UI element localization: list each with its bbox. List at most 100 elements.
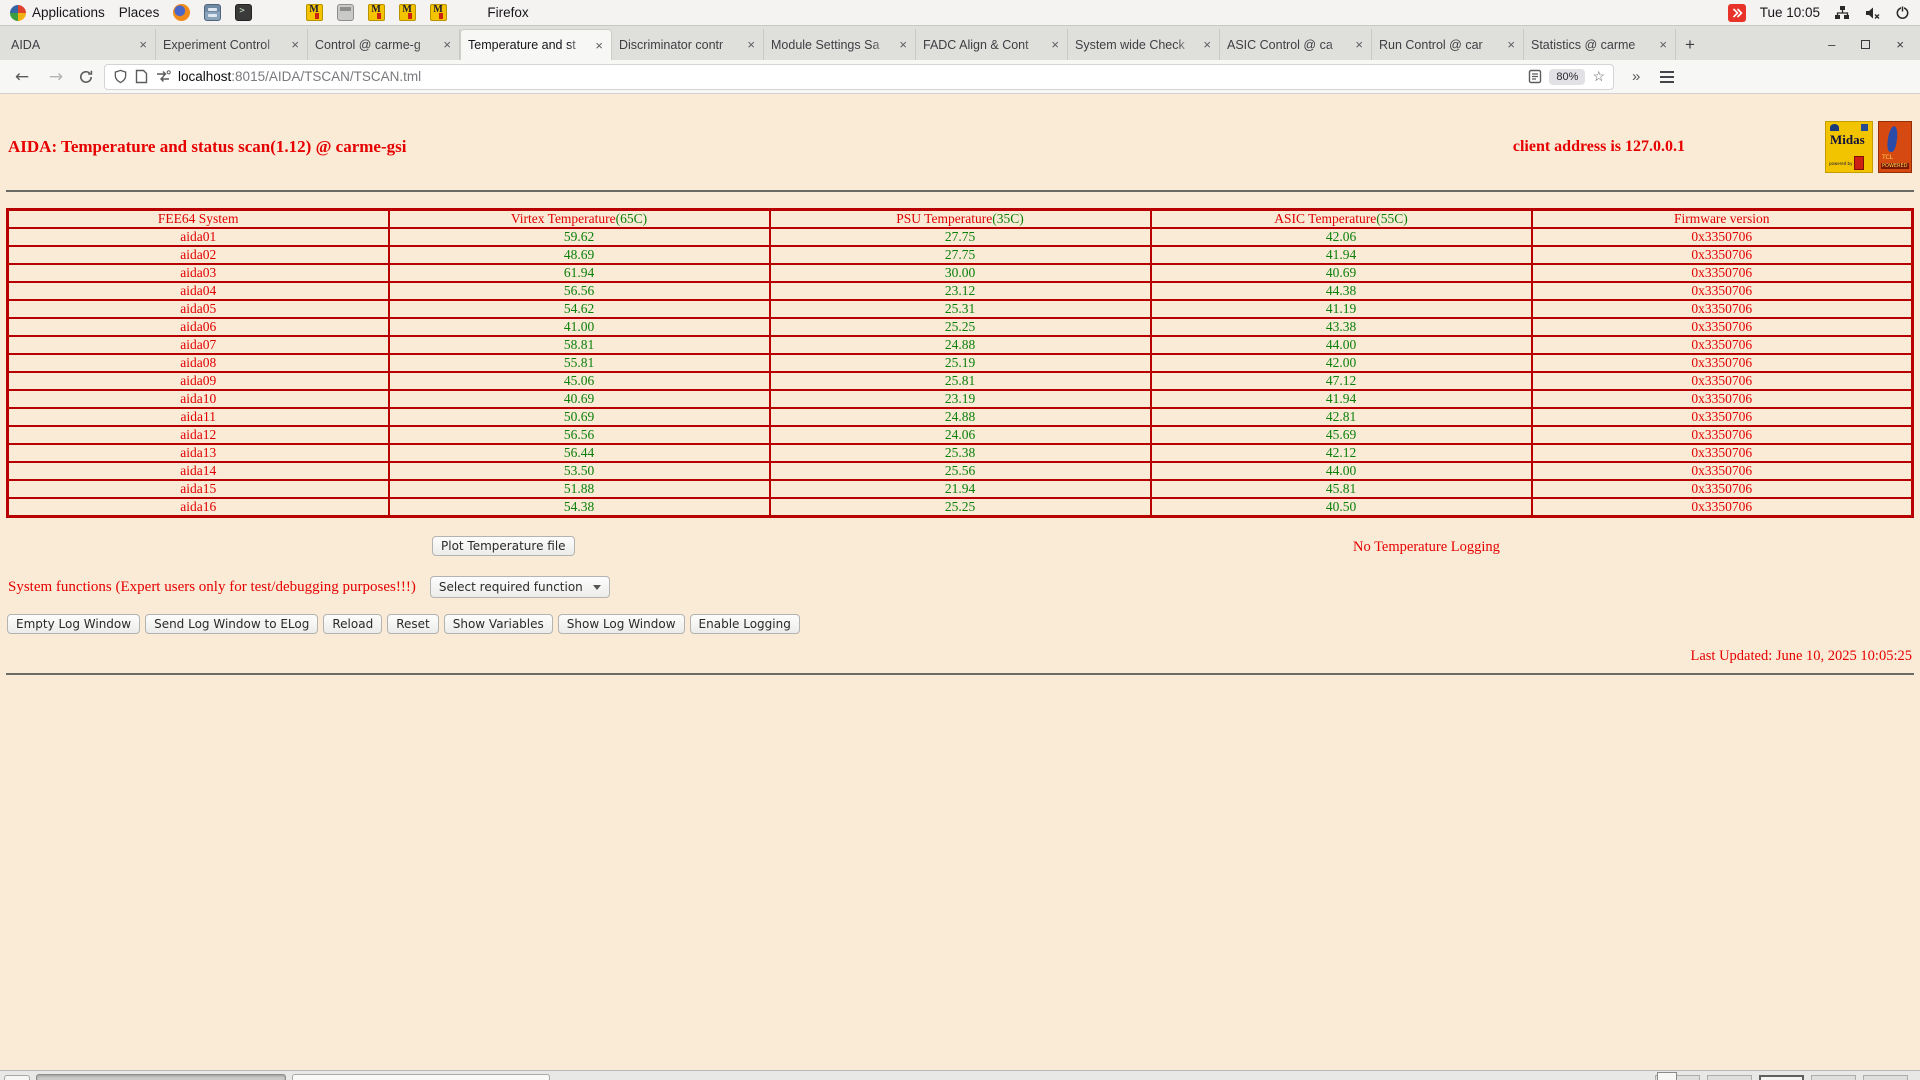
places-menu[interactable]: Places (119, 5, 160, 20)
maximize-button[interactable] (1861, 40, 1870, 49)
tab-11[interactable]: Statistics @ carme× (1524, 29, 1676, 60)
menu-icon[interactable] (1660, 68, 1674, 86)
zoom-level-button[interactable]: 80% (1549, 69, 1585, 85)
workspace-4[interactable] (1811, 1075, 1856, 1080)
function-select[interactable]: Select required function (430, 576, 610, 598)
workspace-2[interactable] (1707, 1075, 1752, 1080)
notification-icon[interactable] (1728, 4, 1746, 22)
tab-close-icon[interactable]: × (138, 37, 148, 52)
tab-close-icon[interactable]: × (1202, 37, 1212, 52)
reader-view-icon[interactable] (1528, 69, 1542, 84)
tab-2[interactable]: Experiment Control× (156, 29, 308, 60)
table-row: aida0641.0025.2543.380x3350706 (8, 318, 1913, 336)
page-info-icon[interactable] (135, 69, 148, 84)
overflow-menu-icon[interactable]: » (1632, 68, 1640, 85)
psu-cell: 25.19 (770, 354, 1151, 372)
workspace-3[interactable] (1759, 1075, 1804, 1080)
reset-button[interactable]: Reset (387, 614, 439, 634)
asic-cell: 41.94 (1151, 246, 1532, 264)
clock[interactable]: Tue 10:05 (1760, 5, 1820, 20)
back-button[interactable]: ← (10, 67, 34, 87)
gnome-top-bar: Applications Places Firefox Tue 10:05 (0, 0, 1920, 26)
system-cell: aida04 (8, 282, 389, 300)
firefox-launcher-icon[interactable] (173, 4, 190, 21)
tab-label: Discriminator contr (619, 38, 742, 52)
table-row: aida0945.0625.8147.120x3350706 (8, 372, 1913, 390)
system-cell: aida03 (8, 264, 389, 282)
url-bar[interactable]: localhost:8015/AIDA/TSCAN/TSCAN.tml 80% … (104, 64, 1614, 90)
url-text[interactable]: localhost:8015/AIDA/TSCAN/TSCAN.tml (178, 69, 1521, 84)
show-desktop-button[interactable] (4, 1075, 30, 1080)
firmware-cell: 0x3350706 (1532, 228, 1913, 246)
tab-close-icon[interactable]: × (594, 38, 604, 53)
power-icon[interactable] (1895, 5, 1910, 20)
tab-close-icon[interactable]: × (1354, 37, 1364, 52)
empty-log-window-button[interactable]: Empty Log Window (7, 614, 140, 634)
close-window-button[interactable]: × (1896, 38, 1904, 51)
tab-close-icon[interactable]: × (746, 37, 756, 52)
shield-icon[interactable] (113, 69, 128, 84)
send-log-window-to-elog-button[interactable]: Send Log Window to ELog (145, 614, 318, 634)
task-button[interactable]: AIDA MIDAS HTTPd (292, 1074, 550, 1080)
asic-cell: 41.94 (1151, 390, 1532, 408)
minimize-button[interactable]: – (1828, 38, 1835, 51)
tab-label: Control @ carme-g (315, 38, 438, 52)
table-row: aida1150.6924.8842.810x3350706 (8, 408, 1913, 426)
reload-button[interactable] (78, 69, 94, 85)
new-tab-button[interactable]: + (1676, 29, 1704, 60)
tab-7[interactable]: FADC Align & Cont× (916, 29, 1068, 60)
tab-close-icon[interactable]: × (442, 37, 452, 52)
system-cell: aida08 (8, 354, 389, 372)
plot-temperature-button[interactable]: Plot Temperature file (432, 536, 575, 556)
asic-cell: 42.81 (1151, 408, 1532, 426)
system-cell: aida10 (8, 390, 389, 408)
midas-app-icon[interactable] (399, 4, 416, 21)
midas-app-icon[interactable] (368, 4, 385, 21)
log-actions-row: Empty Log WindowSend Log Window to ELogR… (0, 614, 1920, 634)
system-cell: aida05 (8, 300, 389, 318)
tab-5[interactable]: Discriminator contr × (612, 29, 764, 60)
enable-logging-button[interactable]: Enable Logging (690, 614, 800, 634)
tab-3[interactable]: Control @ carme-g × (308, 29, 460, 60)
tab-1[interactable]: AIDA× (4, 29, 156, 60)
asic-cell: 42.00 (1151, 354, 1532, 372)
tab-8[interactable]: System wide Check× (1068, 29, 1220, 60)
tab-4[interactable]: Temperature and st× (460, 29, 612, 60)
permissions-icon[interactable] (155, 70, 171, 83)
applications-menu[interactable]: Applications (10, 5, 105, 21)
midas-app-icon[interactable] (306, 4, 323, 21)
logos: Midas powered by TCL POWERED (1825, 121, 1912, 173)
workspace-5[interactable] (1863, 1075, 1908, 1080)
psu-cell: 23.12 (770, 282, 1151, 300)
tab-close-icon[interactable]: × (1506, 37, 1516, 52)
volume-muted-icon[interactable] (1864, 5, 1881, 21)
virtex-cell: 55.81 (389, 354, 770, 372)
show-variables-button[interactable]: Show Variables (444, 614, 553, 634)
tab-close-icon[interactable]: × (898, 37, 908, 52)
tab-6[interactable]: Module Settings Sa× (764, 29, 916, 60)
forward-button[interactable]: → (44, 67, 68, 87)
tab-10[interactable]: Run Control @ car× (1372, 29, 1524, 60)
tab-close-icon[interactable]: × (1050, 37, 1060, 52)
workspace-1[interactable] (1655, 1075, 1700, 1080)
file-manager-icon[interactable] (204, 4, 221, 21)
psu-cell: 25.38 (770, 444, 1151, 462)
table-row: aida0159.6227.7542.060x3350706 (8, 228, 1913, 246)
midas-app-icon[interactable] (430, 4, 447, 21)
window-controls: – × (1828, 29, 1916, 60)
show-log-window-button[interactable]: Show Log Window (558, 614, 685, 634)
reload-button[interactable]: Reload (323, 614, 382, 634)
client-address: client address is 127.0.0.1 (1513, 138, 1685, 156)
task-button[interactable]: Temperature and status scan @ car... (36, 1074, 286, 1080)
system-cell: aida02 (8, 246, 389, 264)
network-icon[interactable] (1834, 5, 1850, 21)
terminal-icon[interactable] (235, 4, 252, 21)
virtex-cell: 56.56 (389, 426, 770, 444)
bookmark-star-icon[interactable]: ☆ (1592, 68, 1605, 85)
tab-close-icon[interactable]: × (290, 37, 300, 52)
tab-close-icon[interactable]: × (1658, 37, 1668, 52)
tab-9[interactable]: ASIC Control @ ca× (1220, 29, 1372, 60)
active-app-label[interactable]: Firefox (487, 5, 528, 20)
system-cell: aida01 (8, 228, 389, 246)
window-app-icon[interactable] (337, 4, 354, 21)
